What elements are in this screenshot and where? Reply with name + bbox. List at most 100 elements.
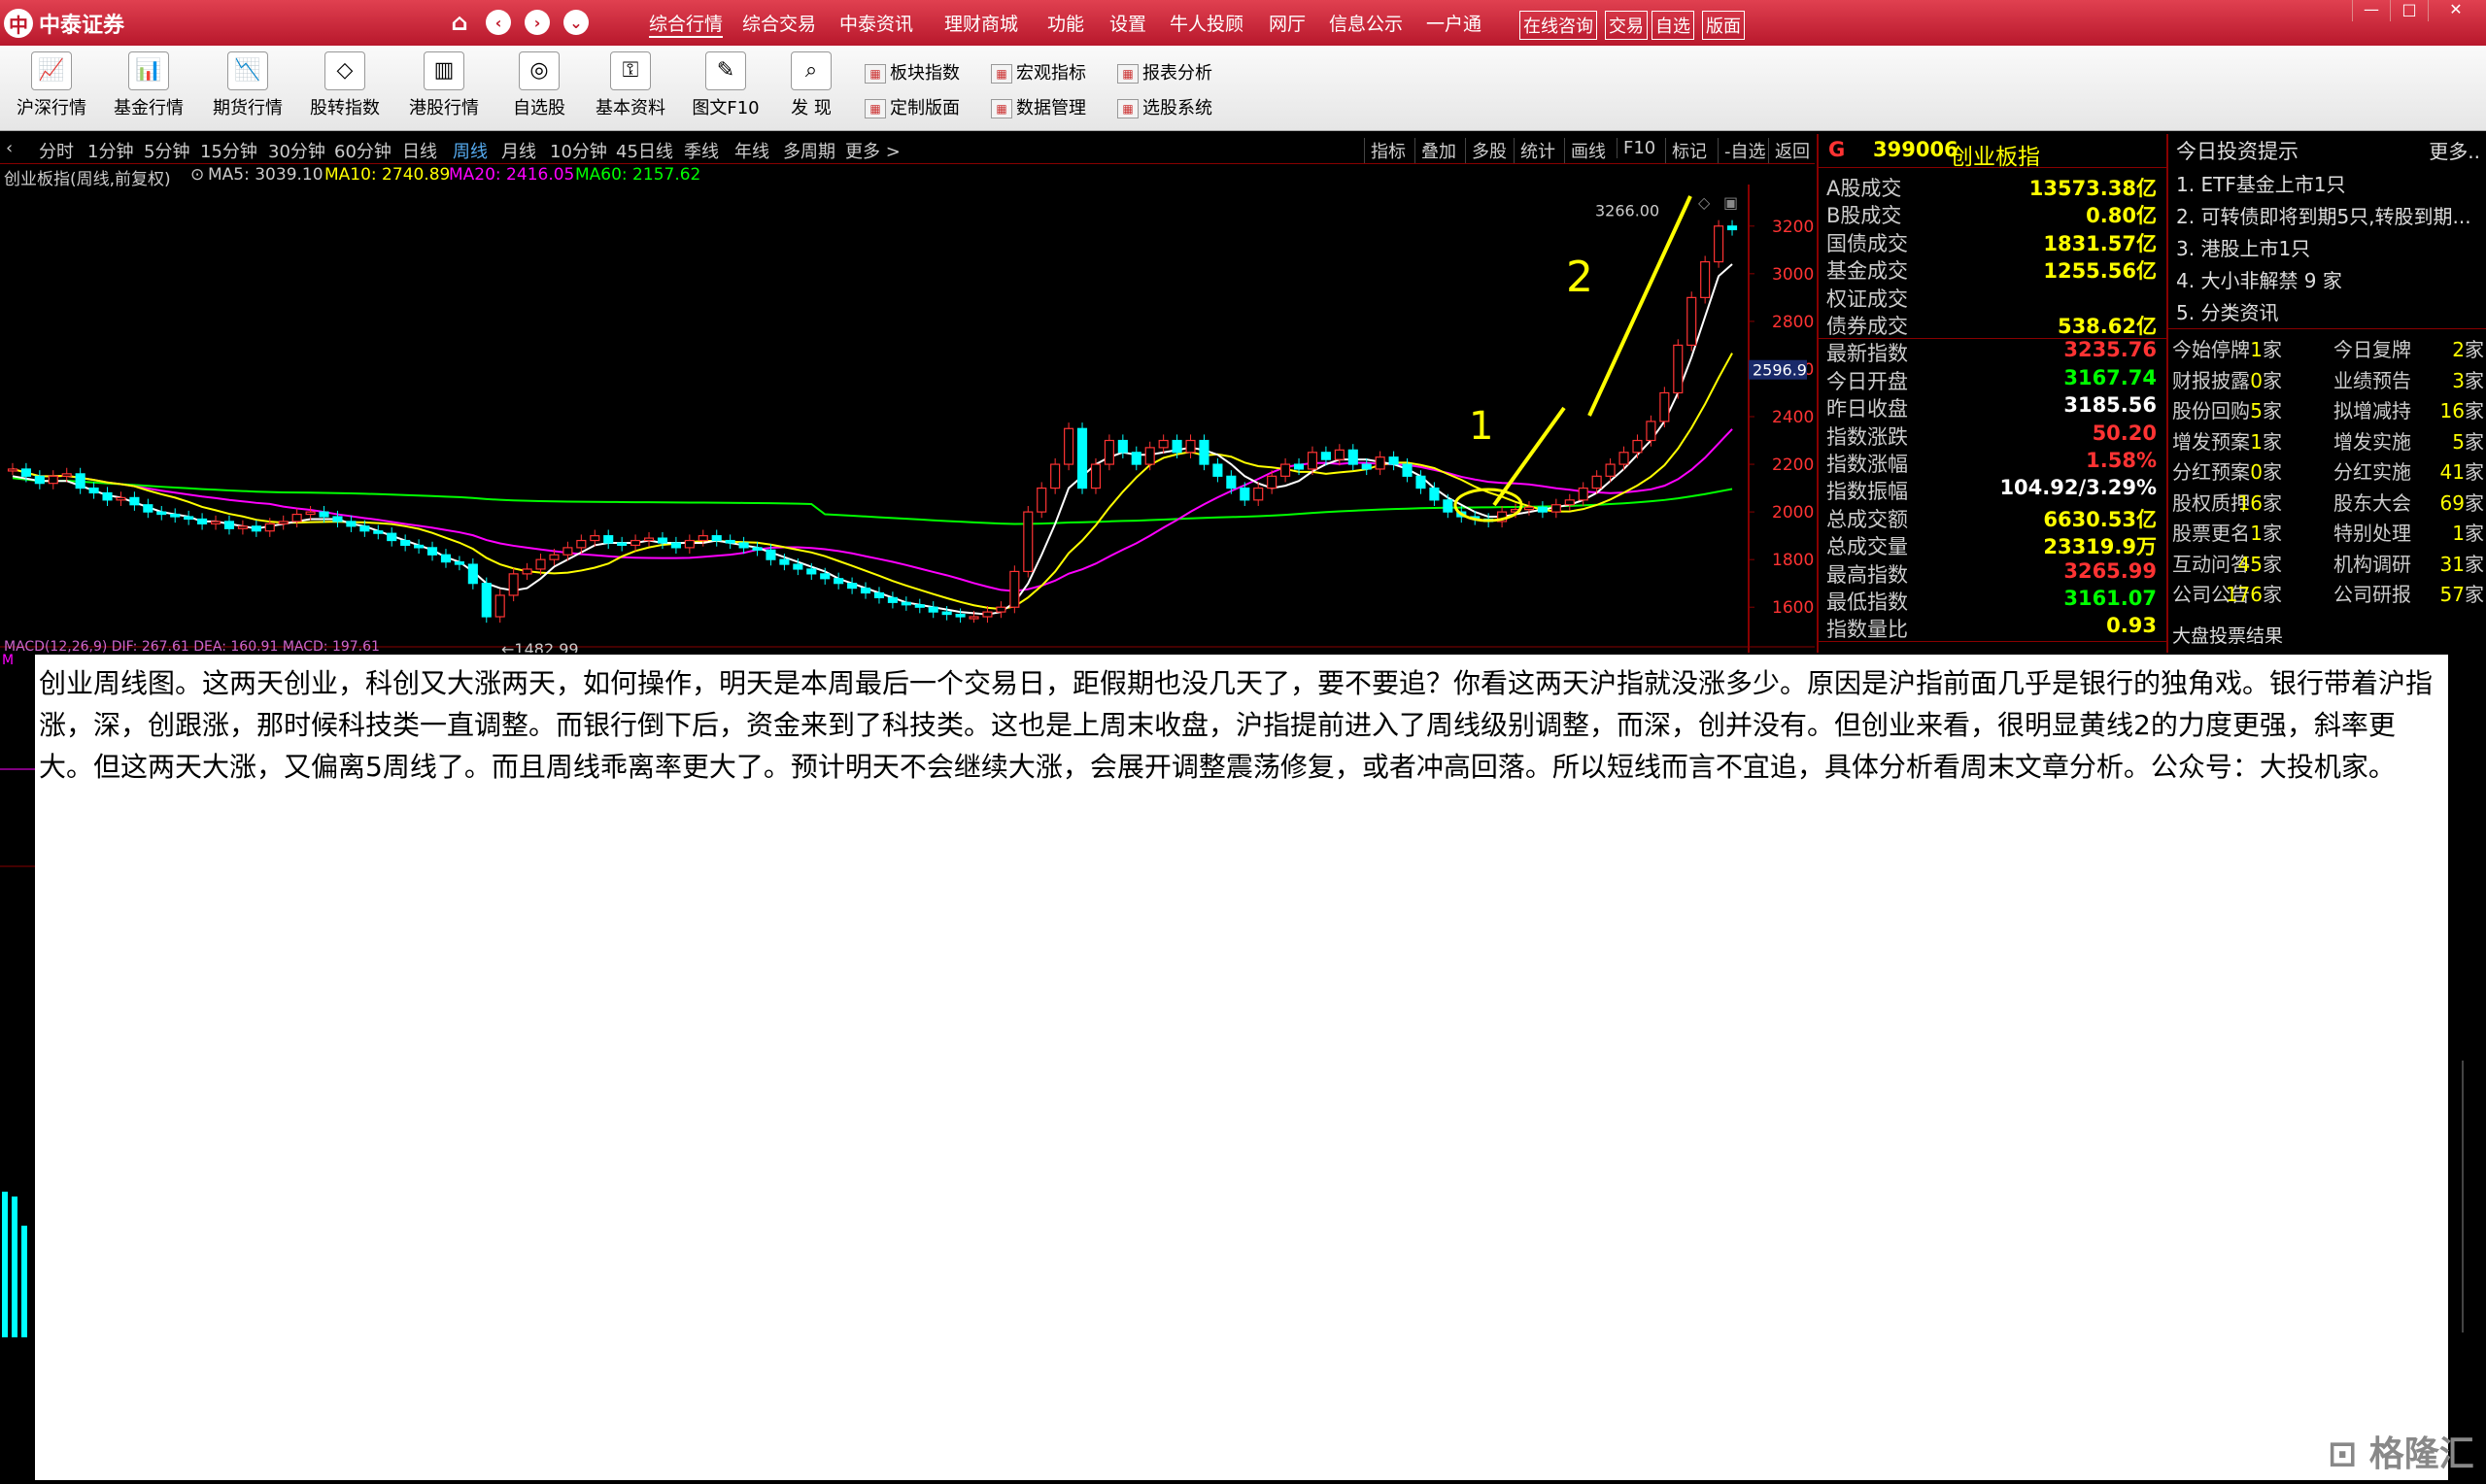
- stat-row[interactable]: 股份回购 5家 拟增减持 16家: [2168, 395, 2486, 424]
- stat-row[interactable]: 今始停牌 1家 今日复牌 2家: [2168, 334, 2486, 363]
- menu-item[interactable]: 中泰资讯: [839, 10, 913, 36]
- chart-tool-button[interactable]: 标记: [1665, 138, 1707, 163]
- toolbar-mini-button[interactable]: ▦ 定制版面: [865, 94, 960, 119]
- chevron-down-icon[interactable]: ⌄: [563, 10, 589, 35]
- stat-row[interactable]: 增发预案 1家 增发实施 5家: [2168, 426, 2486, 455]
- candle-body: [562, 547, 573, 556]
- menu-box-item[interactable]: 在线咨询: [1519, 11, 1597, 40]
- stat-row[interactable]: 股权质押 16家 股东大会 69家: [2168, 488, 2486, 517]
- chart-tool-button[interactable]: 叠加: [1414, 138, 1456, 163]
- candle-body: [725, 539, 735, 544]
- collapse-icon[interactable]: ‹: [6, 138, 13, 158]
- toolbar-button[interactable]: ✎ 图文F10: [682, 51, 769, 119]
- trend-line-1: [1492, 406, 1566, 507]
- toolbar-mini-button[interactable]: ▦ 数据管理: [991, 94, 1086, 119]
- stat-cell: 今始停牌: [2172, 338, 2250, 361]
- period-tab[interactable]: 15分钟: [200, 138, 257, 163]
- stock-name: 创业板指: [1951, 145, 2040, 170]
- candle-body: [1686, 296, 1697, 347]
- more-link[interactable]: 更多..: [2429, 136, 2480, 164]
- menu-item[interactable]: 综合行情: [649, 10, 724, 38]
- menu-item[interactable]: 信息公示: [1329, 10, 1403, 36]
- quote-label: 最低指数: [1826, 590, 1908, 614]
- period-tab[interactable]: 日线: [402, 138, 437, 163]
- toolbar-button[interactable]: 📉 期货行情: [204, 51, 291, 119]
- toolbar-label: 基金行情: [114, 98, 184, 118]
- stat-row[interactable]: 股票更名 1家 特别处理 1家: [2168, 518, 2486, 547]
- stat-cell: 3家: [2452, 368, 2484, 392]
- period-tab[interactable]: 周线: [453, 138, 488, 163]
- window-icon: ▣: [1723, 193, 1738, 212]
- news-item[interactable]: 3. 港股上市1只: [2176, 233, 2310, 261]
- candle-body: [467, 563, 478, 585]
- quote-value: 50.20: [2092, 421, 2157, 445]
- toolbar-button[interactable]: 📈 沪深行情: [8, 51, 95, 119]
- settings-icon[interactable]: ⊙: [190, 165, 204, 185]
- stat-row[interactable]: 财报披露 0家 业绩预告 3家: [2168, 365, 2486, 394]
- toolbar-button[interactable]: ▥ 港股行情: [400, 51, 488, 119]
- menu-box-item[interactable]: 自选: [1652, 11, 1694, 40]
- quote-value: 23319.9万: [2043, 535, 2157, 559]
- period-tab[interactable]: 1分钟: [87, 138, 133, 163]
- news-item[interactable]: 2. 可转债即将到期5只,转股到期...: [2176, 201, 2471, 229]
- vote-title[interactable]: 大盘投票结果: [2172, 622, 2283, 648]
- back-icon[interactable]: ‹: [486, 10, 511, 35]
- toolbar-button[interactable]: ◇ 股转指数: [301, 51, 389, 119]
- chart-tool-button[interactable]: 返回: [1768, 138, 1810, 163]
- period-tab[interactable]: 年线: [734, 138, 769, 163]
- news-item[interactable]: 1. ETF基金上市1只: [2176, 169, 2346, 197]
- toolbar-mini-button[interactable]: ▦ 宏观指标: [991, 59, 1086, 84]
- period-tab[interactable]: 更多 >: [845, 138, 901, 163]
- news-item[interactable]: 4. 大小非解禁 9 家: [2176, 265, 2342, 293]
- toolbar-button[interactable]: ◎ 自选股: [495, 51, 583, 119]
- menu-item[interactable]: 理财商城: [944, 10, 1018, 36]
- toolbar-mini-button[interactable]: ▦ 选股系统: [1117, 94, 1212, 119]
- toolbar-mini-button[interactable]: ▦ 板块指数: [865, 59, 960, 84]
- candle-body: [426, 547, 438, 556]
- candle-body: [1415, 475, 1426, 489]
- period-tab[interactable]: 60分钟: [334, 138, 392, 163]
- stat-row[interactable]: 互动问答 45家 机构调研 31家: [2168, 549, 2486, 578]
- menu-item[interactable]: 设置: [1109, 10, 1146, 36]
- menu-box-item[interactable]: 版面: [1702, 11, 1745, 40]
- chart-tool-button[interactable]: F10: [1617, 138, 1655, 158]
- toolbar-mini-button[interactable]: ▦ 报表分析: [1117, 59, 1212, 84]
- toolbar-label: 基本资料: [596, 98, 665, 118]
- menu-item[interactable]: 综合交易: [742, 10, 816, 36]
- candle-body: [1402, 463, 1413, 477]
- close-button[interactable]: ✕: [2428, 0, 2483, 21]
- menu-item[interactable]: 一户通: [1426, 10, 1481, 36]
- chart-tool-button[interactable]: -自选: [1718, 138, 1766, 163]
- candle-body: [969, 616, 979, 620]
- maximize-button[interactable]: □: [2390, 0, 2428, 21]
- period-tab[interactable]: 45日线: [616, 138, 673, 163]
- period-tab[interactable]: 季线: [684, 138, 719, 163]
- toolbar-button[interactable]: ⌕ 发 现: [767, 51, 855, 119]
- stat-cell: 0家: [2250, 460, 2282, 484]
- toolbar-button[interactable]: 📊 基金行情: [105, 51, 192, 119]
- period-tab[interactable]: 多周期: [783, 138, 835, 163]
- chart-tool-button[interactable]: 指标: [1364, 138, 1406, 163]
- chart-tool-button[interactable]: 多股: [1465, 138, 1507, 163]
- forward-icon[interactable]: ›: [525, 10, 550, 35]
- menu-item[interactable]: 网厅: [1269, 10, 1306, 36]
- home-icon[interactable]: ⌂: [447, 9, 472, 36]
- chart-tool-button[interactable]: 统计: [1514, 138, 1555, 163]
- period-tab[interactable]: 10分钟: [550, 138, 607, 163]
- news-item[interactable]: 5. 分类资讯: [2176, 297, 2278, 325]
- stat-row[interactable]: 公司公告 176家 公司研报 57家: [2168, 579, 2486, 608]
- period-tab[interactable]: 30分钟: [268, 138, 325, 163]
- candle-body: [1240, 487, 1250, 501]
- chart-tool-button[interactable]: 画线: [1564, 138, 1606, 163]
- toolbar-button[interactable]: ⚿ 基本资料: [587, 51, 674, 119]
- kline-chart[interactable]: 3200300028002600240022002000180016003266…: [0, 185, 1815, 653]
- period-tab[interactable]: 5分钟: [144, 138, 189, 163]
- period-tab[interactable]: 月线: [501, 138, 536, 163]
- candle-body: [522, 568, 532, 575]
- stat-row[interactable]: 分红预案 0家 分红实施 41家: [2168, 456, 2486, 486]
- period-tab[interactable]: 分时: [39, 138, 74, 163]
- minimize-button[interactable]: —: [2352, 0, 2390, 21]
- menu-item[interactable]: 功能: [1047, 10, 1084, 36]
- menu-box-item[interactable]: 交易: [1605, 11, 1648, 40]
- menu-item[interactable]: 牛人投顾: [1170, 10, 1243, 36]
